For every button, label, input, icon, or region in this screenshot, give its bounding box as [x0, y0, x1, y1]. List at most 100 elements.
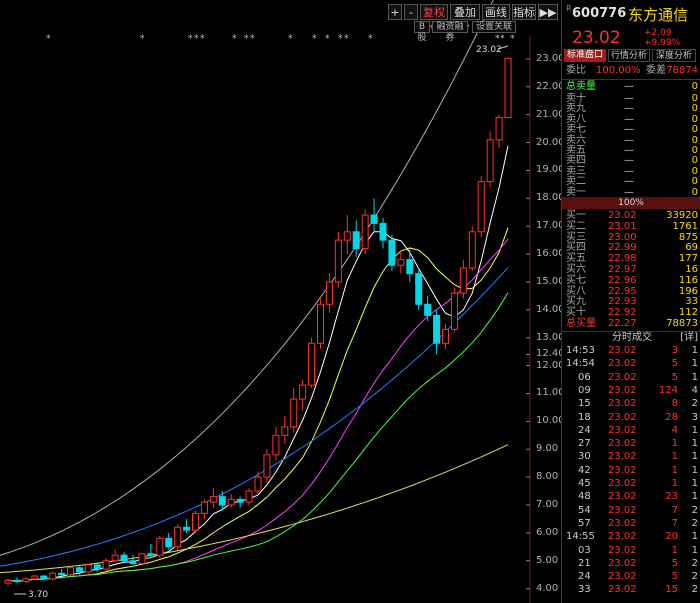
candle-up: [290, 398, 298, 428]
trade-count: 4: [691, 384, 698, 396]
candle-up: [111, 554, 119, 562]
candle-down: [406, 259, 414, 275]
candle-down: [120, 554, 128, 562]
candle-down: [388, 239, 396, 266]
trade-row: 57 23.02 7 2: [564, 518, 698, 530]
trade-volume: 3: [671, 345, 678, 356]
weibi-label: 委比: [566, 65, 586, 76]
bshare-button[interactable]: B股: [414, 21, 430, 43]
zoom-out-button[interactable]: -: [404, 4, 418, 20]
trade-row: 14:55 23.02 20 1: [564, 531, 698, 543]
stock-code: 600776: [572, 6, 627, 21]
tab-analysis[interactable]: 行情分析: [608, 49, 650, 62]
margin-button[interactable]: 融资融券: [432, 21, 468, 43]
candle-up: [102, 560, 110, 570]
trade-price: 23.02: [608, 557, 637, 569]
trade-row: 42 23.02 1 1: [564, 465, 698, 477]
event-marker-icon: *: [140, 34, 145, 44]
trade-price: 23.02: [608, 398, 637, 410]
ask-total-volume: 0: [691, 81, 698, 92]
weibi-row: 委比 100.00% 委差 78874: [564, 65, 698, 77]
candle-down: [75, 567, 83, 573]
candle-up: [138, 553, 146, 565]
trade-count: 1: [691, 491, 698, 503]
candle-up: [477, 181, 485, 233]
panel-tabs: 标准盘口 行情分析 深度分析: [562, 49, 700, 63]
candle-up: [84, 564, 92, 573]
tab-depth[interactable]: 深度分析: [652, 49, 696, 62]
trade-time: 24: [578, 571, 591, 583]
trade-volume: 23: [665, 491, 678, 503]
trade-time: 03: [578, 544, 591, 556]
overlay-button[interactable]: 叠加▼: [450, 4, 480, 35]
ratio-value: 100%: [618, 198, 644, 208]
trade-count: 2: [691, 517, 698, 529]
candle-up: [227, 498, 235, 506]
trade-price: 23.02: [608, 491, 637, 503]
trade-count: 2: [691, 571, 698, 583]
trade-time: 15: [578, 398, 591, 410]
trade-count: 3: [691, 411, 698, 423]
trade-volume: 1: [671, 544, 678, 556]
ask-total-price: —: [624, 81, 634, 92]
index-button[interactable]: 指标: [512, 4, 536, 20]
trade-count: 2: [691, 504, 698, 516]
candle-up: [495, 116, 503, 141]
restore-button[interactable]: 复权▼: [420, 4, 448, 35]
trade-price: 23.02: [608, 504, 637, 516]
trade-time: 21: [578, 557, 591, 569]
event-marker-icon: *: [344, 34, 349, 44]
trade-volume: 20: [665, 531, 678, 543]
trade-price: 23.02: [608, 358, 637, 370]
trade-time: 48: [578, 491, 591, 503]
ma10-line: [7, 227, 509, 582]
event-marker-icon: *: [232, 34, 237, 44]
trade-time: 45: [578, 478, 591, 489]
candle-up: [49, 572, 57, 580]
trade-row: 27 23.02 1 1: [564, 438, 698, 450]
trade-price: 23.02: [608, 438, 637, 450]
buy-sell-ratio-bar: 100%: [562, 197, 700, 209]
settings-button[interactable]: 设置关联: [472, 21, 516, 33]
trade-volume: 1: [671, 451, 678, 463]
high-price-label: 23.02: [476, 45, 502, 55]
trade-price: 23.02: [608, 531, 637, 543]
zoom-in-button[interactable]: +: [388, 4, 402, 20]
candle-up: [459, 267, 467, 294]
trade-volume: 1: [671, 464, 678, 476]
draw-button[interactable]: 画线: [482, 4, 510, 20]
candle-up: [317, 303, 324, 344]
trade-time: 09: [578, 384, 591, 396]
trade-volume: 5: [671, 358, 678, 370]
stock-name: 东方通信: [628, 6, 689, 24]
trade-price: 23.02: [608, 451, 637, 463]
candle-up: [308, 342, 316, 386]
candle-up: [192, 512, 199, 531]
trade-price: 23.02: [608, 411, 637, 423]
trade-price: 23.02: [608, 371, 637, 383]
expand-button[interactable]: ▶▶: [538, 4, 558, 20]
trade-price: 23.02: [608, 464, 637, 476]
weibi-value: 100.00%: [596, 65, 641, 76]
candle-up: [200, 501, 208, 514]
quote-panel: R 600776 东方通信 23.02 +2.09 +9.99% 标准盘口 行情…: [561, 0, 700, 603]
ma20-line: [7, 238, 509, 582]
trades-title: 分时成交: [612, 332, 652, 343]
candle-down: [147, 553, 155, 556]
candle-up: [325, 281, 333, 305]
tab-standard[interactable]: 标准盘口: [564, 49, 606, 62]
trade-count: 2: [691, 398, 698, 410]
candle-up: [67, 567, 74, 576]
trade-volume: 15: [665, 584, 678, 596]
trade-row: 48 23.02 23 1: [564, 491, 698, 503]
candle-up: [263, 454, 271, 478]
candle-down: [58, 572, 66, 576]
change-value: +2.09: [644, 28, 672, 38]
trades-detail-link[interactable]: [详]: [680, 332, 698, 344]
ma250-line: [0, 444, 509, 574]
trade-time: 14:54: [566, 358, 595, 370]
kline-chart[interactable]: * * * * * * * * * * * * * * * * * 23.023.70: [0, 0, 561, 603]
candle-down: [379, 222, 387, 241]
trade-volume: 5: [671, 557, 678, 569]
trade-row: 24 23.02 5 2: [564, 571, 698, 583]
